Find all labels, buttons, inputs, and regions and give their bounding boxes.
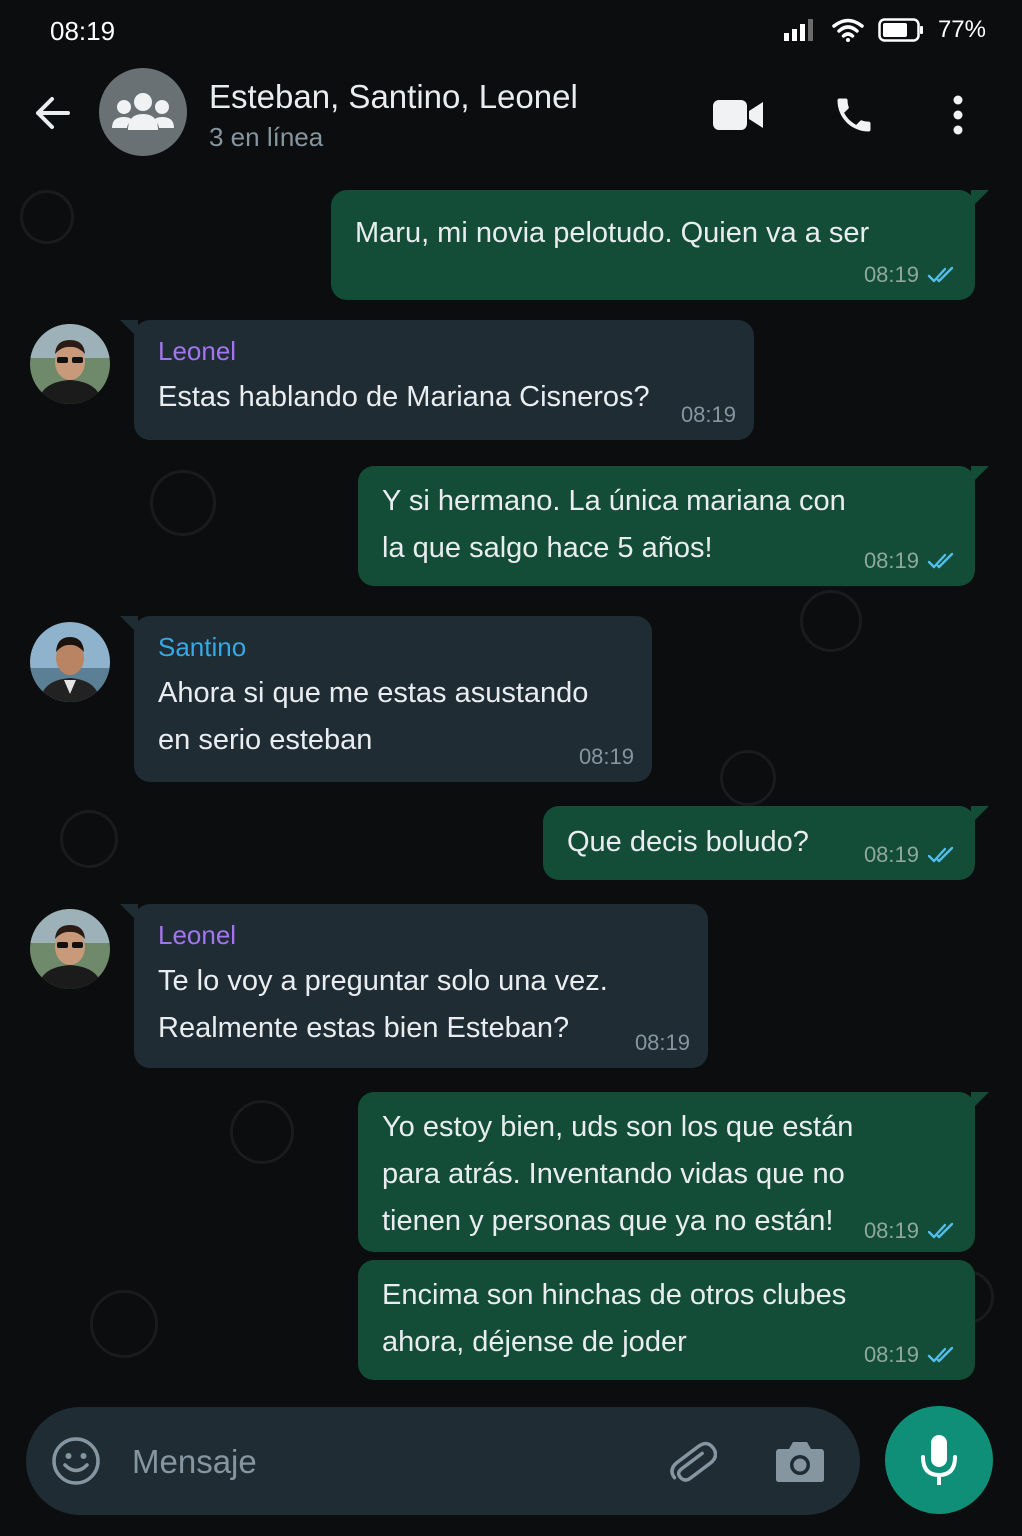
bubble-tail <box>120 616 138 634</box>
emoji-button[interactable] <box>48 1433 104 1489</box>
status-time: 08:19 <box>50 16 116 46</box>
wallpaper-doodle <box>150 470 216 536</box>
bubble-tail <box>971 190 989 208</box>
read-ticks-icon <box>927 1222 954 1239</box>
voice-call-button[interactable] <box>826 90 882 140</box>
leonel-photo-icon <box>30 909 110 989</box>
message-composer <box>26 1407 860 1515</box>
back-arrow-icon <box>36 97 70 129</box>
sender-name: Santino <box>158 632 247 662</box>
battery-percent: 77% <box>937 16 986 43</box>
read-ticks-icon <box>927 846 954 863</box>
bubble-tail <box>120 904 138 922</box>
wallpaper-doodle <box>230 1100 294 1164</box>
group-avatar[interactable] <box>99 68 187 156</box>
message-time: 08:19 <box>578 744 634 769</box>
wallpaper-doodle <box>720 750 776 806</box>
message-meta: 08:19 <box>864 1342 957 1368</box>
wallpaper-doodle <box>90 1290 158 1358</box>
message-text: Te lo voy a preguntar solo una vez. Real… <box>158 965 608 1044</box>
read-ticks-icon <box>927 266 954 283</box>
read-ticks-icon <box>927 1346 954 1363</box>
wallpaper-doodle <box>20 190 74 244</box>
chat-title[interactable]: Esteban, Santino, Leonel <box>209 78 578 116</box>
incoming-message[interactable]: Santino Ahora si que me estas asustando … <box>120 616 652 782</box>
status-bar: 08:19 77% <box>0 0 1022 62</box>
sender-name: Leonel <box>158 920 237 950</box>
outgoing-message[interactable]: Yo estoy bien, uds son los que están par… <box>358 1092 989 1252</box>
santino-photo-icon <box>30 622 110 702</box>
back-button[interactable] <box>30 90 76 136</box>
wallpaper-doodle <box>800 590 862 652</box>
voice-message-button[interactable] <box>885 1406 993 1514</box>
incoming-message[interactable]: Leonel Estas hablando de Mariana Cisnero… <box>120 320 754 440</box>
avatar-leonel[interactable] <box>30 324 110 404</box>
attach-button[interactable] <box>664 1433 720 1489</box>
avatar-leonel[interactable] <box>30 909 110 989</box>
more-vert-icon <box>953 95 963 135</box>
video-call-button[interactable] <box>710 90 766 140</box>
wallpaper-doodle <box>60 810 118 868</box>
sender-name: Leonel <box>158 336 237 366</box>
read-ticks-icon <box>927 552 954 569</box>
battery-icon <box>878 18 923 42</box>
leonel-photo-icon <box>30 324 110 404</box>
message-time: 08:19 <box>863 842 919 867</box>
outgoing-message[interactable]: Encima son hinchas de otros clubes ahora… <box>358 1260 975 1380</box>
bubble-tail <box>971 1092 989 1110</box>
status-icons: 77% <box>783 16 986 44</box>
message-time: 08:19 <box>863 1218 919 1243</box>
message-meta: 08:19 <box>864 262 957 288</box>
chat-header: Esteban, Santino, Leonel 3 en línea <box>0 62 1022 170</box>
message-meta: 08:19 <box>864 842 957 868</box>
message-text: Estas hablando de Mariana Cisneros? <box>158 381 650 413</box>
message-input[interactable] <box>130 1433 634 1491</box>
online-status: 3 en línea <box>209 122 324 152</box>
wifi-icon <box>832 18 864 42</box>
message-text: Maru, mi novia pelotudo. Quien va a ser <box>355 217 870 249</box>
group-icon <box>112 93 174 130</box>
video-call-icon <box>713 100 763 130</box>
message-text: Ahora si que me estas asustando en serio… <box>158 677 589 756</box>
outgoing-message[interactable]: Que decis boludo? 08:19 <box>543 806 989 880</box>
message-meta: 08:19 <box>864 1218 957 1244</box>
emoji-icon <box>52 1437 100 1485</box>
message-meta: 08:19 <box>635 1030 690 1056</box>
message-time: 08:19 <box>634 1030 690 1055</box>
incoming-message[interactable]: Leonel Te lo voy a preguntar solo una ve… <box>120 904 708 1068</box>
outgoing-message[interactable]: Maru, mi novia pelotudo. Quien va a ser … <box>331 190 989 300</box>
message-meta: 08:19 <box>579 744 634 770</box>
bubble-tail <box>971 466 989 484</box>
message-time: 08:19 <box>863 262 919 287</box>
attach-icon <box>670 1441 717 1482</box>
message-list[interactable]: Maru, mi novia pelotudo. Quien va a ser … <box>0 170 1022 1396</box>
camera-icon <box>776 1442 824 1482</box>
outgoing-message[interactable]: Y si hermano. La única mariana con la qu… <box>358 466 989 586</box>
message-time: 08:19 <box>863 1342 919 1367</box>
bubble-tail <box>971 806 989 824</box>
avatar-santino[interactable] <box>30 622 110 702</box>
more-options-button[interactable] <box>930 90 986 140</box>
message-meta: 08:19 <box>864 548 957 574</box>
bubble-tail <box>120 320 138 338</box>
message-time: 08:19 <box>863 548 919 573</box>
message-meta: 08:19 <box>681 402 736 428</box>
mic-icon <box>921 1435 957 1485</box>
signal-icon <box>783 19 813 41</box>
camera-button[interactable] <box>772 1433 828 1489</box>
phone-icon <box>837 98 871 132</box>
message-time: 08:19 <box>680 402 736 427</box>
